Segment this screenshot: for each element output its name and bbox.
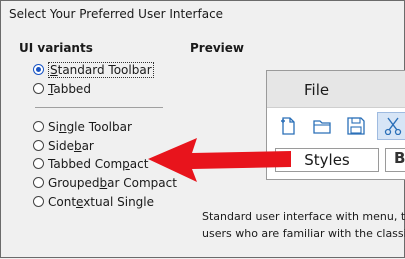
red-arrow-annotation <box>148 138 291 182</box>
dialog-window: Select Your Preferred User Interface UI … <box>0 0 405 258</box>
